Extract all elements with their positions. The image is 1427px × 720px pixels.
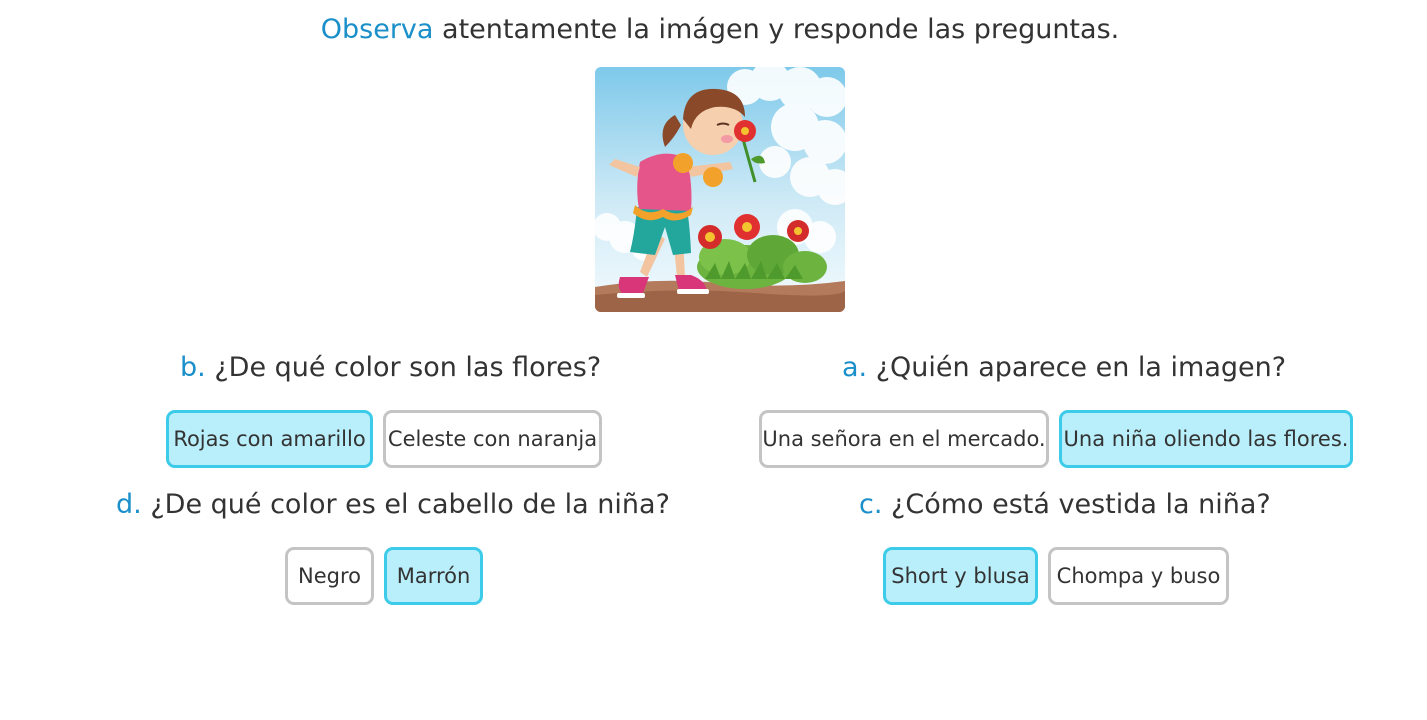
question-a: a. ¿Quién aparece en la imagen?: [842, 352, 1286, 383]
question-letter: c.: [859, 489, 883, 520]
question-text: ¿Quién aparece en la imagen?: [867, 352, 1287, 383]
answer-option-una-nina-oliendo-las-flores[interactable]: Una niña oliendo las flores.: [1059, 410, 1353, 468]
instruction-highlight: Observa: [320, 14, 434, 45]
answer-option-rojas-con-amarillo[interactable]: Rojas con amarillo: [166, 410, 373, 468]
question-text: ¿De qué color son las flores?: [205, 352, 602, 383]
answer-option-label: Chompa y buso: [1056, 564, 1221, 588]
question-letter: d.: [116, 489, 142, 520]
answer-option-label: Rojas con amarillo: [173, 427, 366, 451]
answer-option-label: Celeste con naranja: [387, 427, 598, 451]
question-text: ¿De qué color es el cabello de la niña?: [141, 489, 670, 520]
question-d: d. ¿De qué color es el cabello de la niñ…: [116, 489, 670, 520]
answer-option-label: Short y blusa: [891, 564, 1030, 588]
question-letter: b.: [180, 352, 206, 383]
answer-option-label: Una niña oliendo las flores.: [1063, 427, 1349, 451]
instruction-text: Observa atentamente la imágen y responde…: [0, 14, 1427, 45]
answer-option-una-senora-en-el-mercado[interactable]: Una señora en el mercado.: [759, 410, 1049, 468]
instruction-rest: atentamente la imágen y responde las pre…: [433, 14, 1120, 45]
answer-option-label: Marrón: [396, 564, 471, 588]
answer-option-celeste-con-naranja[interactable]: Celeste con naranja: [383, 410, 602, 468]
answer-option-label: Una señora en el mercado.: [762, 427, 1046, 451]
question-b: b. ¿De qué color son las flores?: [180, 352, 601, 383]
answer-option-short-y-blusa[interactable]: Short y blusa: [883, 547, 1038, 605]
question-letter: a.: [842, 352, 868, 383]
answer-option-negro[interactable]: Negro: [285, 547, 374, 605]
girl-smelling-flowers-illustration: [595, 67, 845, 312]
answer-option-label: Negro: [298, 564, 361, 588]
question-text: ¿Cómo está vestida la niña?: [882, 489, 1271, 520]
answer-option-marron[interactable]: Marrón: [384, 547, 483, 605]
question-c: c. ¿Cómo está vestida la niña?: [859, 489, 1271, 520]
answer-option-chompa-y-buso[interactable]: Chompa y buso: [1048, 547, 1229, 605]
